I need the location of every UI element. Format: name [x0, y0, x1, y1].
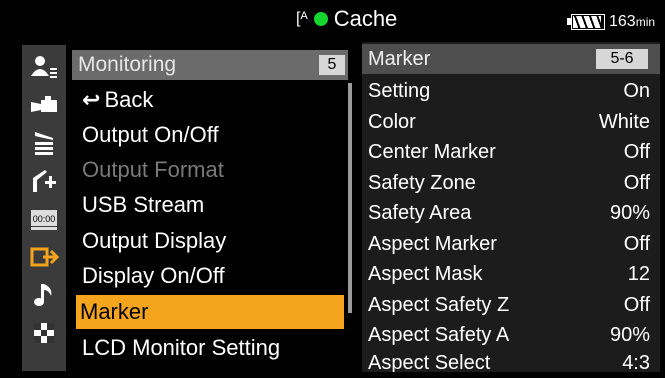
scrollbar-thumb[interactable] [348, 83, 352, 313]
menu-title: Monitoring [78, 53, 177, 76]
setting-row-setting: Setting On [362, 76, 660, 106]
menu-item-label: Output Format [82, 157, 224, 182]
setting-value: Off [623, 172, 650, 194]
marker-settings-panel: Marker 5-6 Setting On Color White Center… [362, 42, 660, 372]
menu-scrollbar[interactable] [348, 83, 352, 313]
setting-value: White [598, 111, 650, 133]
setting-label: Aspect Marker [368, 233, 497, 255]
setting-value: 90% [609, 324, 650, 346]
menu-item-label: Back [104, 87, 154, 112]
menu-item-display-on-off[interactable]: Display On/Off [78, 259, 344, 293]
setting-value: Off [623, 233, 650, 255]
menu-item-label: USB Stream [82, 192, 205, 217]
remaining-runtime: 163min [609, 14, 655, 30]
media-card-icon: [ᴬ [296, 10, 308, 27]
setting-value: On [623, 80, 650, 102]
svg-text:00:00: 00:00 [33, 214, 56, 224]
setting-row-aspect-safety-zone: Aspect Safety Z Off [362, 290, 660, 320]
menu-item-label: Output Display [82, 228, 227, 253]
output-icon[interactable] [22, 239, 66, 275]
setting-value: Off [623, 141, 650, 163]
setting-row-center-marker: Center Marker Off [362, 137, 660, 167]
setting-row-aspect-safety-area: Aspect Safety A 90% [362, 320, 660, 350]
menu-header: Monitoring 5 [72, 50, 348, 80]
runtime-value: 163 [609, 13, 636, 30]
menu-item-output-format: Output Format [78, 153, 344, 187]
menu-item-label: Output On/Off [82, 122, 219, 147]
menu-item-output-on-off[interactable]: Output On/Off [78, 118, 344, 152]
setting-row-aspect-select: Aspect Select 4:3 [362, 348, 660, 372]
menu-item-back[interactable]: ↩ Back [78, 83, 344, 117]
setting-label: Aspect Select [368, 352, 491, 372]
menu-item-output-display[interactable]: Output Display [78, 224, 344, 258]
setting-row-aspect-marker: Aspect Marker Off [362, 229, 660, 259]
setting-row-color: Color White [362, 107, 660, 137]
panel-header: Marker 5-6 [362, 44, 660, 74]
menu-item-label: Marker [80, 299, 149, 324]
menu-page-number: 5 [319, 55, 345, 75]
monitoring-menu: Monitoring 5 ↩ Back Output On/Off Output … [72, 45, 354, 371]
panel-title: Marker [368, 48, 431, 70]
setting-label: Aspect Mask [368, 263, 483, 285]
setting-row-aspect-mask: Aspect Mask 12 [362, 259, 660, 289]
setting-label: Center Marker [368, 141, 496, 163]
setting-label: Safety Zone [368, 172, 476, 194]
setting-row-safety-area: Safety Area 90% [362, 198, 660, 228]
audio-icon[interactable] [22, 277, 66, 313]
setting-value: 4:3 [622, 352, 650, 372]
user-icon[interactable] [22, 49, 66, 85]
setting-label: Aspect Safety Z [368, 294, 510, 316]
status-bar: [ᴬ Cache 163min [0, 0, 665, 40]
setting-value: 12 [627, 263, 650, 285]
setting-value: 90% [609, 202, 650, 224]
setting-row-safety-zone: Safety Zone Off [362, 168, 660, 198]
record-status-dot [313, 12, 328, 26]
runtime-unit: min [635, 15, 656, 29]
category-sidebar: 00:00 [22, 45, 66, 371]
battery-icon [567, 14, 605, 30]
menu-item-label: Display On/Off [82, 263, 225, 288]
lens-settings-icon[interactable] [22, 163, 66, 199]
grid-icon[interactable] [22, 315, 66, 351]
timecode-icon[interactable]: 00:00 [22, 201, 66, 237]
menu-item-label: LCD Monitor Setting [82, 335, 281, 360]
clapper-icon[interactable] [22, 125, 66, 161]
menu-item-usb-stream[interactable]: USB Stream [78, 188, 344, 222]
setting-label: Safety Area [368, 202, 472, 224]
cache-label: Cache [333, 6, 398, 31]
panel-page-number: 5-6 [596, 49, 648, 69]
back-arrow-icon: ↩ [82, 87, 101, 112]
media-status: [ᴬ Cache [296, 8, 397, 30]
setting-label: Setting [368, 80, 431, 102]
menu-item-marker[interactable]: Marker [76, 295, 344, 329]
menu-item-lcd-monitor-setting[interactable]: LCD Monitor Setting [78, 331, 344, 365]
camera-icon[interactable] [22, 87, 66, 123]
setting-value: Off [623, 294, 650, 316]
setting-label: Aspect Safety A [368, 324, 510, 346]
setting-label: Color [368, 111, 416, 133]
